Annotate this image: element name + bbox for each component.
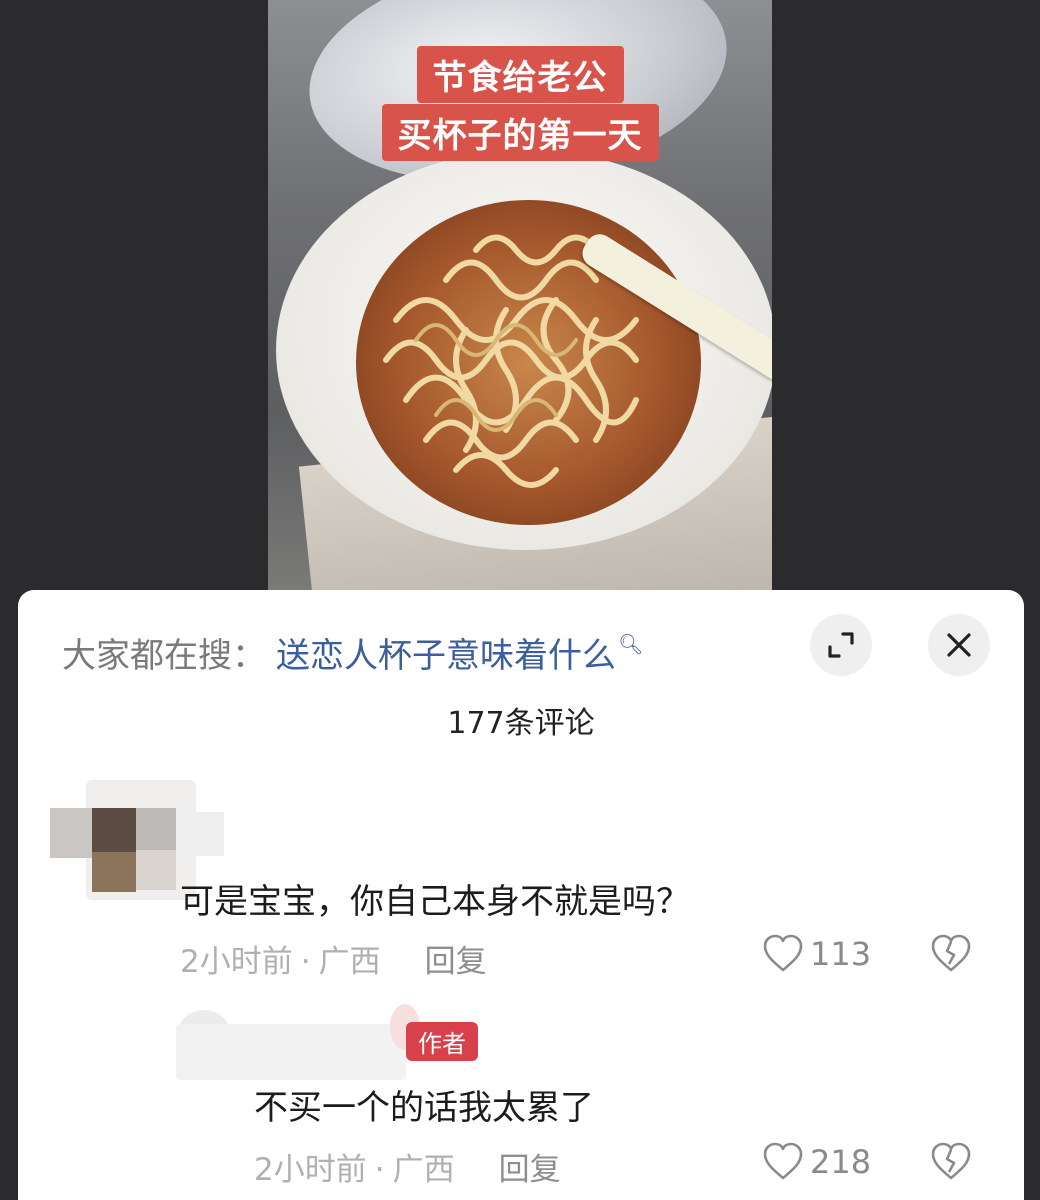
reply-location: 广西 (392, 1152, 455, 1188)
reply-text: 不买一个的话我太累了 (254, 1088, 594, 1128)
comment-count-title: 177条评论 (447, 706, 595, 741)
comment-time: 2小时前 (180, 944, 293, 980)
screen: 节食给老公 买杯子的第一天 大家都在搜： 送恋人杯子意味着什么 🔍︎ 177条评论 (0, 0, 1040, 1200)
trending-search-query[interactable]: 送恋人杯子意味着什么 (276, 636, 616, 676)
comment-meta: 2小时前 · 广西 回复 (180, 944, 487, 980)
like-count: 113 (810, 935, 872, 973)
trending-search[interactable]: 大家都在搜： 送恋人杯子意味着什么 🔍︎ (62, 628, 644, 677)
trending-search-prefix: 大家都在搜： (62, 636, 266, 676)
reply-dislike-button[interactable] (930, 1142, 972, 1186)
comment-location: 广西 (318, 944, 381, 980)
reply-time: 2小时前 (254, 1152, 367, 1188)
video-noodles (356, 200, 701, 525)
search-icon: 🔍︎ (618, 632, 644, 656)
reply-button[interactable]: 回复 (425, 944, 487, 980)
expand-button[interactable] (810, 614, 872, 676)
reply-like-button[interactable]: 218 (762, 1142, 871, 1182)
reply-like-count: 218 (810, 1143, 872, 1181)
author-badge: 作者 (406, 1022, 478, 1061)
reply-meta: 2小时前 · 广西 回复 (254, 1152, 561, 1188)
broken-heart-icon (931, 934, 971, 972)
video-player[interactable]: 节食给老公 买杯子的第一天 (268, 0, 772, 590)
comment-sheet: 大家都在搜： 送恋人杯子意味着什么 🔍︎ 177条评论 可是宝宝，你自己本身不就是吗… (18, 590, 1024, 1200)
close-button[interactable] (928, 614, 990, 676)
heart-icon (763, 1142, 803, 1180)
expand-icon (828, 632, 854, 658)
broken-heart-icon (931, 1142, 971, 1180)
close-icon (947, 633, 971, 657)
heart-icon (763, 934, 803, 972)
comment-text: 可是宝宝，你自己本身不就是吗？ (180, 882, 690, 922)
reply-reply-button[interactable]: 回复 (499, 1152, 561, 1188)
reply-username-blurred[interactable] (176, 1024, 406, 1080)
like-button[interactable]: 113 (762, 934, 871, 974)
video-caption-line2: 买杯子的第一天 (268, 104, 772, 161)
video-caption-line1: 节食给老公 (268, 46, 772, 103)
dislike-button[interactable] (930, 934, 972, 978)
username-blurred[interactable] (176, 812, 224, 856)
